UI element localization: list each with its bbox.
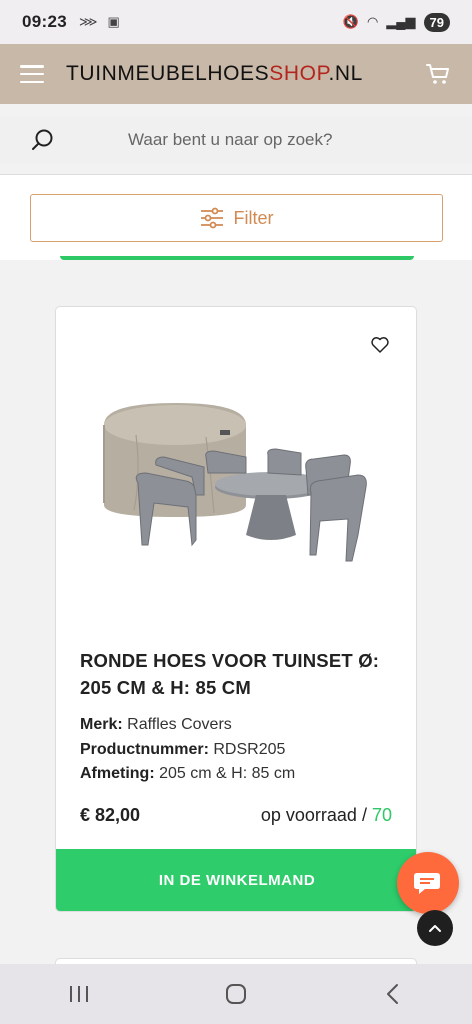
product-card[interactable]: RONDE HOES VOOR TUINSET Ø: 205 CM & H: 8… [55,306,417,912]
previous-card-edge [60,256,414,260]
cart-icon[interactable] [424,60,452,88]
filter-section: Filter [0,174,472,260]
filter-sliders-icon [200,207,223,229]
site-header: TUINMEUBELHOESSHOP.NL [0,44,472,104]
product-specs: Merk: Raffles Covers Productnummer: RDSR… [80,713,295,787]
status-bar: 09:23 ⋙ ▣ 🔇 ◠ ▂▄▆ 79 [0,0,472,44]
filter-button[interactable]: Filter [30,194,443,242]
search-bar [0,116,472,164]
recents-icon [69,986,88,1002]
battery-indicator: 79 [423,12,450,32]
status-time: 09:23 [22,12,67,31]
spec-brand: Merk: Raffles Covers [80,716,232,733]
mute-icon: 🔇 [342,14,359,29]
stock-status: op voorraad / 70 [260,805,392,825]
search-input[interactable] [128,130,428,150]
site-logo[interactable]: TUINMEUBELHOESSHOP.NL [66,62,363,86]
add-to-cart-button[interactable]: IN DE WINKELMAND [56,849,416,911]
back-icon [387,984,399,1004]
signal-icon: ▂▄▆ [386,14,416,29]
product-image[interactable] [96,395,386,575]
product-price: € 82,00 [80,805,141,825]
screenshot-icon: ▣ [107,14,120,29]
home-icon [225,984,246,1004]
home-button[interactable] [206,974,266,1014]
spec-sku: Productnummer: RDSR205 [80,740,286,758]
back-button[interactable] [363,974,423,1014]
arrow-up-icon [429,925,441,932]
recents-button[interactable] [49,974,109,1014]
product-title[interactable]: RONDE HOES VOOR TUINSET Ø: 205 CM & H: 8… [80,647,400,701]
spec-size: Afmeting: 205 cm & H: 85 cm [80,765,296,782]
chat-button[interactable] [397,852,459,914]
system-nav-bar [0,964,472,1024]
hamburger-icon[interactable] [20,65,44,83]
scroll-top-button[interactable] [417,910,453,946]
filter-label: Filter [233,207,274,228]
search-icon[interactable] [30,127,56,153]
wifi-icon: ◠ [366,14,379,29]
heart-icon[interactable] [370,335,390,355]
chat-icon [414,873,440,894]
stock-count: 70 [371,805,392,825]
missed-call-icon: ⋙ [78,14,98,29]
